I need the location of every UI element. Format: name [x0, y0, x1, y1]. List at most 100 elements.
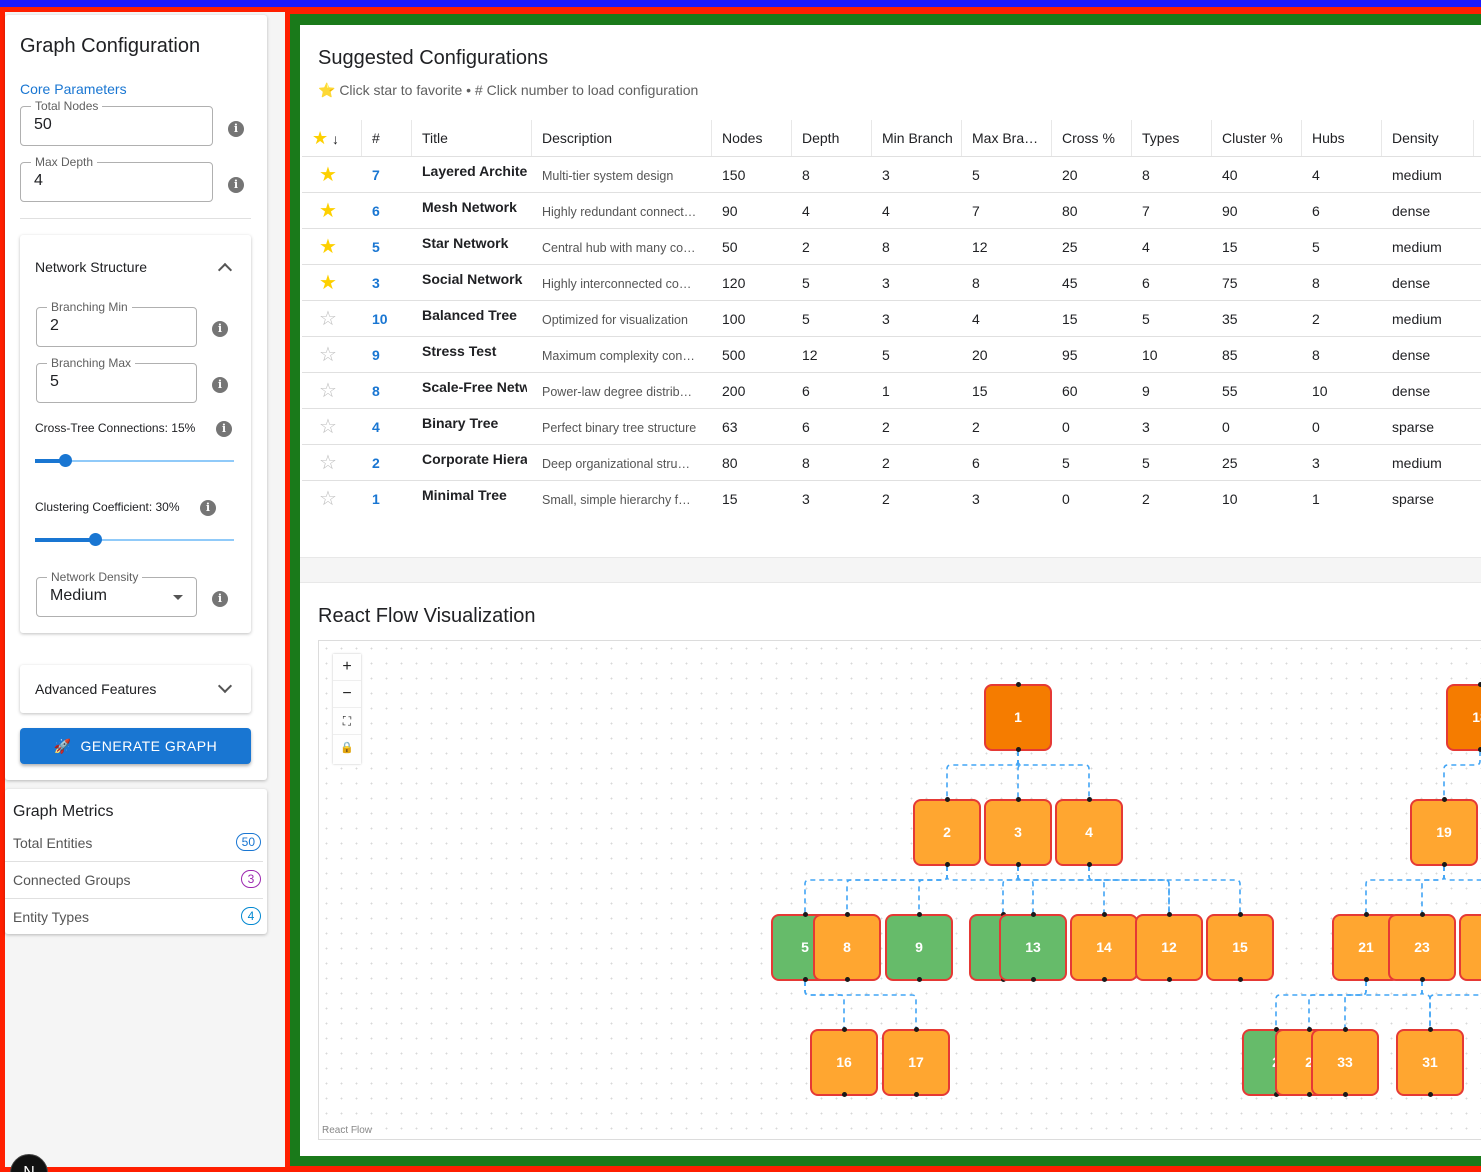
favorite-column-header[interactable]: ★ ↓: [302, 120, 362, 156]
flow-edge[interactable]: [1421, 866, 1445, 914]
info-icon[interactable]: i: [212, 321, 228, 337]
cell-num[interactable]: 6: [362, 203, 412, 219]
node-handle[interactable]: [1441, 797, 1447, 802]
info-icon[interactable]: i: [216, 421, 232, 437]
flow-edge[interactable]: [1344, 981, 1423, 1029]
node-handle[interactable]: [1015, 747, 1021, 752]
flow-edge[interactable]: [1013, 751, 1023, 799]
node-handle[interactable]: [1342, 1027, 1348, 1032]
cell-num[interactable]: 9: [362, 347, 412, 363]
flow-node[interactable]: 3: [984, 797, 1052, 867]
info-icon[interactable]: i: [228, 121, 244, 137]
favorite-star-icon[interactable]: ☆: [319, 489, 337, 507]
flow-node[interactable]: 2: [913, 797, 981, 867]
column-header-depth[interactable]: Depth: [792, 120, 872, 156]
favorite-star-icon[interactable]: ★: [319, 237, 337, 257]
flow-edge[interactable]: [1443, 866, 1481, 914]
zoom-in-button[interactable]: +: [333, 654, 361, 681]
favorite-star-icon[interactable]: ☆: [319, 417, 337, 437]
node-handle[interactable]: [802, 977, 808, 982]
node-handle[interactable]: [1477, 747, 1481, 752]
slider-thumb[interactable]: [58, 454, 72, 467]
flow-node[interactable]: 31: [1396, 1027, 1464, 1097]
favorite-star-icon[interactable]: ☆: [319, 453, 337, 473]
cell-num[interactable]: 2: [362, 455, 412, 471]
flow-edge[interactable]: [804, 866, 948, 914]
favorite-star-icon[interactable]: ★: [319, 201, 337, 221]
node-handle[interactable]: [844, 977, 850, 982]
node-handle[interactable]: [913, 1092, 919, 1097]
flow-edge[interactable]: [1088, 866, 1170, 914]
zoom-out-button[interactable]: −: [333, 681, 361, 708]
favorite-star-icon[interactable]: ☆: [319, 345, 337, 365]
node-handle[interactable]: [1237, 912, 1243, 917]
favorite-star-icon[interactable]: ★: [319, 165, 337, 185]
table-row[interactable]: ☆ 10 Balanced Tree Optimized for visualizat…: [302, 301, 1481, 337]
lock-button[interactable]: 🔒: [333, 735, 361, 762]
node-handle[interactable]: [1342, 1092, 1348, 1097]
flow-node[interactable]: 2: [1459, 914, 1481, 981]
node-handle[interactable]: [844, 912, 850, 917]
node-handle[interactable]: [1427, 1092, 1433, 1097]
flow-edge[interactable]: [1017, 751, 1090, 799]
generate-graph-button[interactable]: 🚀 GENERATE GRAPH: [20, 728, 251, 764]
info-icon[interactable]: i: [212, 377, 228, 393]
cell-num[interactable]: 5: [362, 239, 412, 255]
flow-edge[interactable]: [804, 981, 917, 1029]
flow-node[interactable]: 17: [882, 1027, 950, 1097]
flow-edge[interactable]: [846, 866, 948, 914]
node-handle[interactable]: [1363, 977, 1369, 982]
flow-edge[interactable]: [1088, 866, 1241, 914]
node-handle[interactable]: [1441, 862, 1447, 867]
cross-tree-slider[interactable]: [35, 454, 234, 467]
fit-view-button[interactable]: ⛶: [333, 708, 361, 735]
flow-node[interactable]: 9: [885, 912, 953, 982]
column-header-cross[interactable]: Cross %: [1052, 120, 1132, 156]
node-handle[interactable]: [841, 1027, 847, 1032]
node-handle[interactable]: [1427, 1027, 1433, 1032]
node-handle[interactable]: [1166, 912, 1172, 917]
flow-edge[interactable]: [946, 866, 1170, 914]
node-handle[interactable]: [1086, 862, 1092, 867]
flow-node[interactable]: 18: [1446, 682, 1481, 752]
total-nodes-field[interactable]: Total Nodes 50: [20, 99, 213, 146]
flow-node[interactable]: 14: [1070, 912, 1138, 982]
cell-num[interactable]: 7: [362, 167, 412, 183]
info-icon[interactable]: i: [200, 500, 216, 516]
table-row[interactable]: ★ 6 Mesh Network Highly redundant connect… 9…: [302, 193, 1481, 229]
node-handle[interactable]: [1030, 912, 1036, 917]
flow-edge[interactable]: [1275, 981, 1367, 1029]
table-row[interactable]: ★ 3 Social Network Highly interconnected co…: [302, 265, 1481, 301]
flow-node[interactable]: 23: [1388, 912, 1456, 982]
cell-num[interactable]: 4: [362, 419, 412, 435]
table-row[interactable]: ☆ 4 Binary Tree Perfect binary tree structu…: [302, 409, 1481, 445]
react-flow-canvas[interactable]: 11823419589113141215212321617223331 + − …: [318, 640, 1481, 1140]
clustering-slider[interactable]: [35, 533, 234, 546]
column-header-types[interactable]: Types: [1132, 120, 1212, 156]
flow-edge[interactable]: [1429, 981, 1481, 1029]
flow-edge[interactable]: [1017, 866, 1105, 914]
flow-edge[interactable]: [1308, 981, 1367, 1029]
flow-node[interactable]: 4: [1055, 797, 1123, 867]
network-structure-title[interactable]: Network Structure: [35, 259, 147, 275]
flow-edge[interactable]: [1421, 981, 1431, 1029]
table-row[interactable]: ★ 5 Star Network Central hub with many co… 5…: [302, 229, 1481, 265]
cell-num[interactable]: 1: [362, 491, 412, 507]
node-handle[interactable]: [1101, 912, 1107, 917]
node-handle[interactable]: [802, 912, 808, 917]
node-handle[interactable]: [1030, 977, 1036, 982]
column-header-max-branch[interactable]: Max Bra…: [962, 120, 1052, 156]
column-header-number[interactable]: #: [362, 120, 412, 156]
table-row[interactable]: ★ 7 Layered Architecture Multi-tier system …: [302, 157, 1481, 193]
network-density-select[interactable]: Network Density Medium: [36, 570, 197, 617]
node-handle[interactable]: [944, 797, 950, 802]
flow-edge[interactable]: [946, 751, 1019, 799]
node-handle[interactable]: [1419, 977, 1425, 982]
favorite-star-icon[interactable]: ☆: [319, 309, 337, 329]
node-handle[interactable]: [1101, 977, 1107, 982]
node-handle[interactable]: [916, 977, 922, 982]
node-handle[interactable]: [1477, 682, 1481, 687]
favorite-star-icon[interactable]: ★: [319, 273, 337, 293]
node-handle[interactable]: [916, 912, 922, 917]
column-header-hubs[interactable]: Hubs: [1302, 120, 1382, 156]
